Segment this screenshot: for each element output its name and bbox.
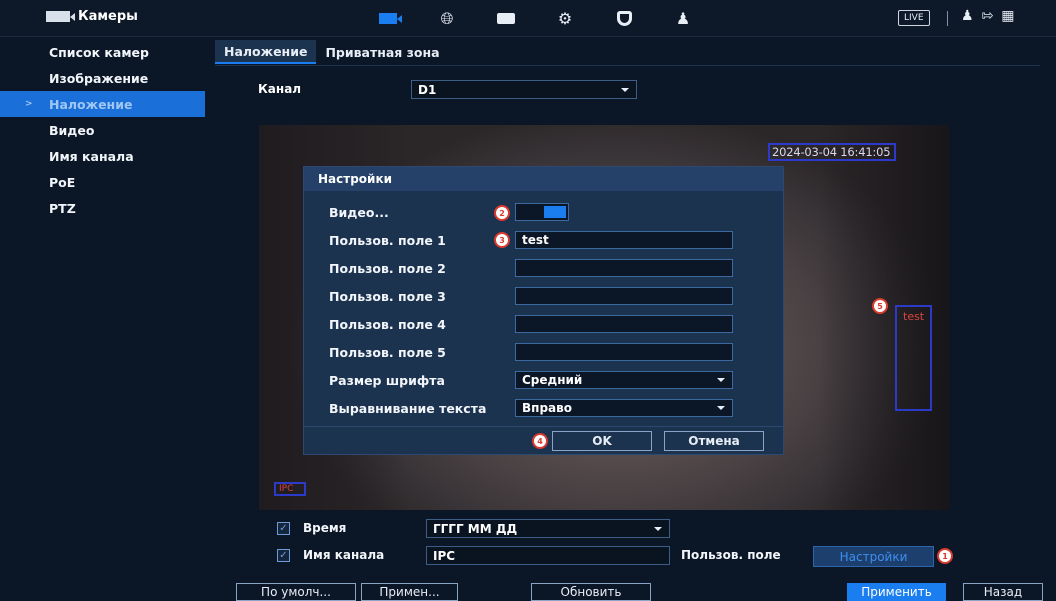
app-brand: Камеры — [46, 9, 138, 24]
tab-underline — [215, 65, 1040, 66]
security-shield-icon[interactable] — [611, 8, 637, 30]
logout-icon[interactable]: ⇰ — [982, 8, 994, 24]
back-button[interactable]: Назад — [963, 583, 1043, 601]
badge-4: 4 — [532, 433, 548, 449]
camera-icon — [46, 11, 75, 22]
channel-name-overlay[interactable]: IPC — [274, 482, 306, 496]
divider — [947, 11, 948, 26]
video-label: Видео... — [329, 205, 389, 220]
custom-field-3-label: Пользов. поле 3 — [329, 289, 446, 304]
time-format-select[interactable]: ГГГГ ММ ДД — [426, 519, 670, 538]
tab-overlay[interactable]: Наложение — [215, 40, 317, 64]
custom-field-1-label: Пользов. поле 1 — [329, 233, 446, 248]
time-label: Время — [303, 521, 347, 535]
chevron-down-icon — [717, 406, 725, 410]
sidebar-item-ptz[interactable]: PTZ — [0, 195, 205, 221]
badge-2: 2 — [494, 205, 510, 221]
live-button[interactable]: LIVE — [898, 10, 930, 26]
chevron-down-icon — [654, 527, 662, 531]
tab-bar: Наложение Приватная зона — [215, 40, 449, 64]
custom-field-2-input[interactable] — [515, 259, 733, 277]
custom-field-5-label: Пользов. поле 5 — [329, 345, 446, 360]
sidebar-item-camera-list[interactable]: Список камер — [0, 39, 205, 65]
font-size-select[interactable]: Средний — [515, 371, 733, 389]
app-title: Камеры — [78, 9, 138, 24]
chevron-down-icon — [621, 88, 629, 92]
sidebar-item-overlay[interactable]: > Наложение — [0, 91, 205, 117]
refresh-button[interactable]: Обновить — [531, 583, 651, 601]
copy-button[interactable]: Примен... — [361, 583, 458, 601]
dialog-divider — [304, 426, 785, 427]
sidebar-item-image[interactable]: Изображение — [0, 65, 205, 91]
user-icon[interactable]: ♟ — [961, 8, 974, 24]
top-right-icons: ♟ ⇰ ▦ — [961, 8, 1015, 24]
qr-code-icon[interactable]: ▦ — [1001, 8, 1014, 24]
text-alignment-label: Выравнивание текста — [329, 401, 487, 416]
badge-1: 1 — [937, 548, 953, 564]
custom-field-5-input[interactable] — [515, 343, 733, 361]
custom-field-3-input[interactable] — [515, 287, 733, 305]
channel-value: D1 — [418, 82, 437, 97]
storage-icon[interactable] — [493, 8, 519, 30]
sidebar-item-poe[interactable]: PoE — [0, 169, 205, 195]
custom-field-1-input[interactable]: test — [515, 231, 733, 249]
badge-3: 3 — [494, 232, 510, 248]
custom-text-overlay[interactable]: test — [895, 305, 932, 411]
default-button[interactable]: По умолч... — [236, 583, 356, 601]
network-globe-icon[interactable]: 🌐︎ — [434, 8, 460, 30]
channel-name-input[interactable]: IPC — [426, 546, 670, 565]
channel-name-checkbox[interactable]: ✓ — [277, 549, 290, 562]
channel-select[interactable]: D1 — [411, 80, 637, 99]
cancel-button[interactable]: Отмена — [664, 431, 764, 451]
top-bar: Камеры 🌐︎ ⚙ ♟ LIVE ♟ ⇰ ▦ — [0, 0, 1056, 37]
custom-field-label: Пользов. поле — [681, 548, 781, 562]
text-alignment-select[interactable]: Вправо — [515, 399, 733, 417]
tab-privacy-zone[interactable]: Приватная зона — [316, 40, 448, 64]
sidebar-item-video[interactable]: Видео — [0, 117, 205, 143]
nav-camera-icon[interactable] — [375, 8, 402, 30]
settings-dialog: Настройки Видео... 2 Пользов. поле 1 3 t… — [303, 166, 785, 455]
channel-label: Канал — [258, 82, 302, 96]
badge-5: 5 — [872, 298, 888, 314]
chevron-right-icon: > — [25, 99, 33, 109]
channel-name-label: Имя канала — [303, 548, 385, 562]
custom-field-4-label: Пользов. поле 4 — [329, 317, 446, 332]
ok-button[interactable]: OK — [552, 431, 652, 451]
apply-button[interactable]: Применить — [847, 583, 946, 601]
chevron-down-icon — [717, 378, 725, 382]
dialog-title: Настройки — [304, 167, 783, 191]
top-nav: 🌐︎ ⚙ ♟ — [375, 0, 696, 37]
timestamp-overlay[interactable]: 2024-03-04 16:41:05 — [768, 143, 897, 161]
custom-text-value: test — [903, 310, 925, 323]
custom-field-2-label: Пользов. поле 2 — [329, 261, 446, 276]
font-size-label: Размер шрифта — [329, 373, 445, 388]
time-checkbox[interactable]: ✓ — [277, 522, 290, 535]
sidebar: Список камер Изображение > Наложение Виде… — [0, 37, 205, 601]
sidebar-item-channel-name[interactable]: Имя канала — [0, 143, 205, 169]
video-toggle[interactable] — [515, 203, 569, 221]
toggle-knob — [544, 206, 566, 218]
account-icon[interactable]: ♟ — [670, 8, 696, 30]
custom-field-4-input[interactable] — [515, 315, 733, 333]
settings-button[interactable]: Настройки — [813, 546, 934, 567]
settings-gears-icon[interactable]: ⚙ — [552, 8, 578, 30]
